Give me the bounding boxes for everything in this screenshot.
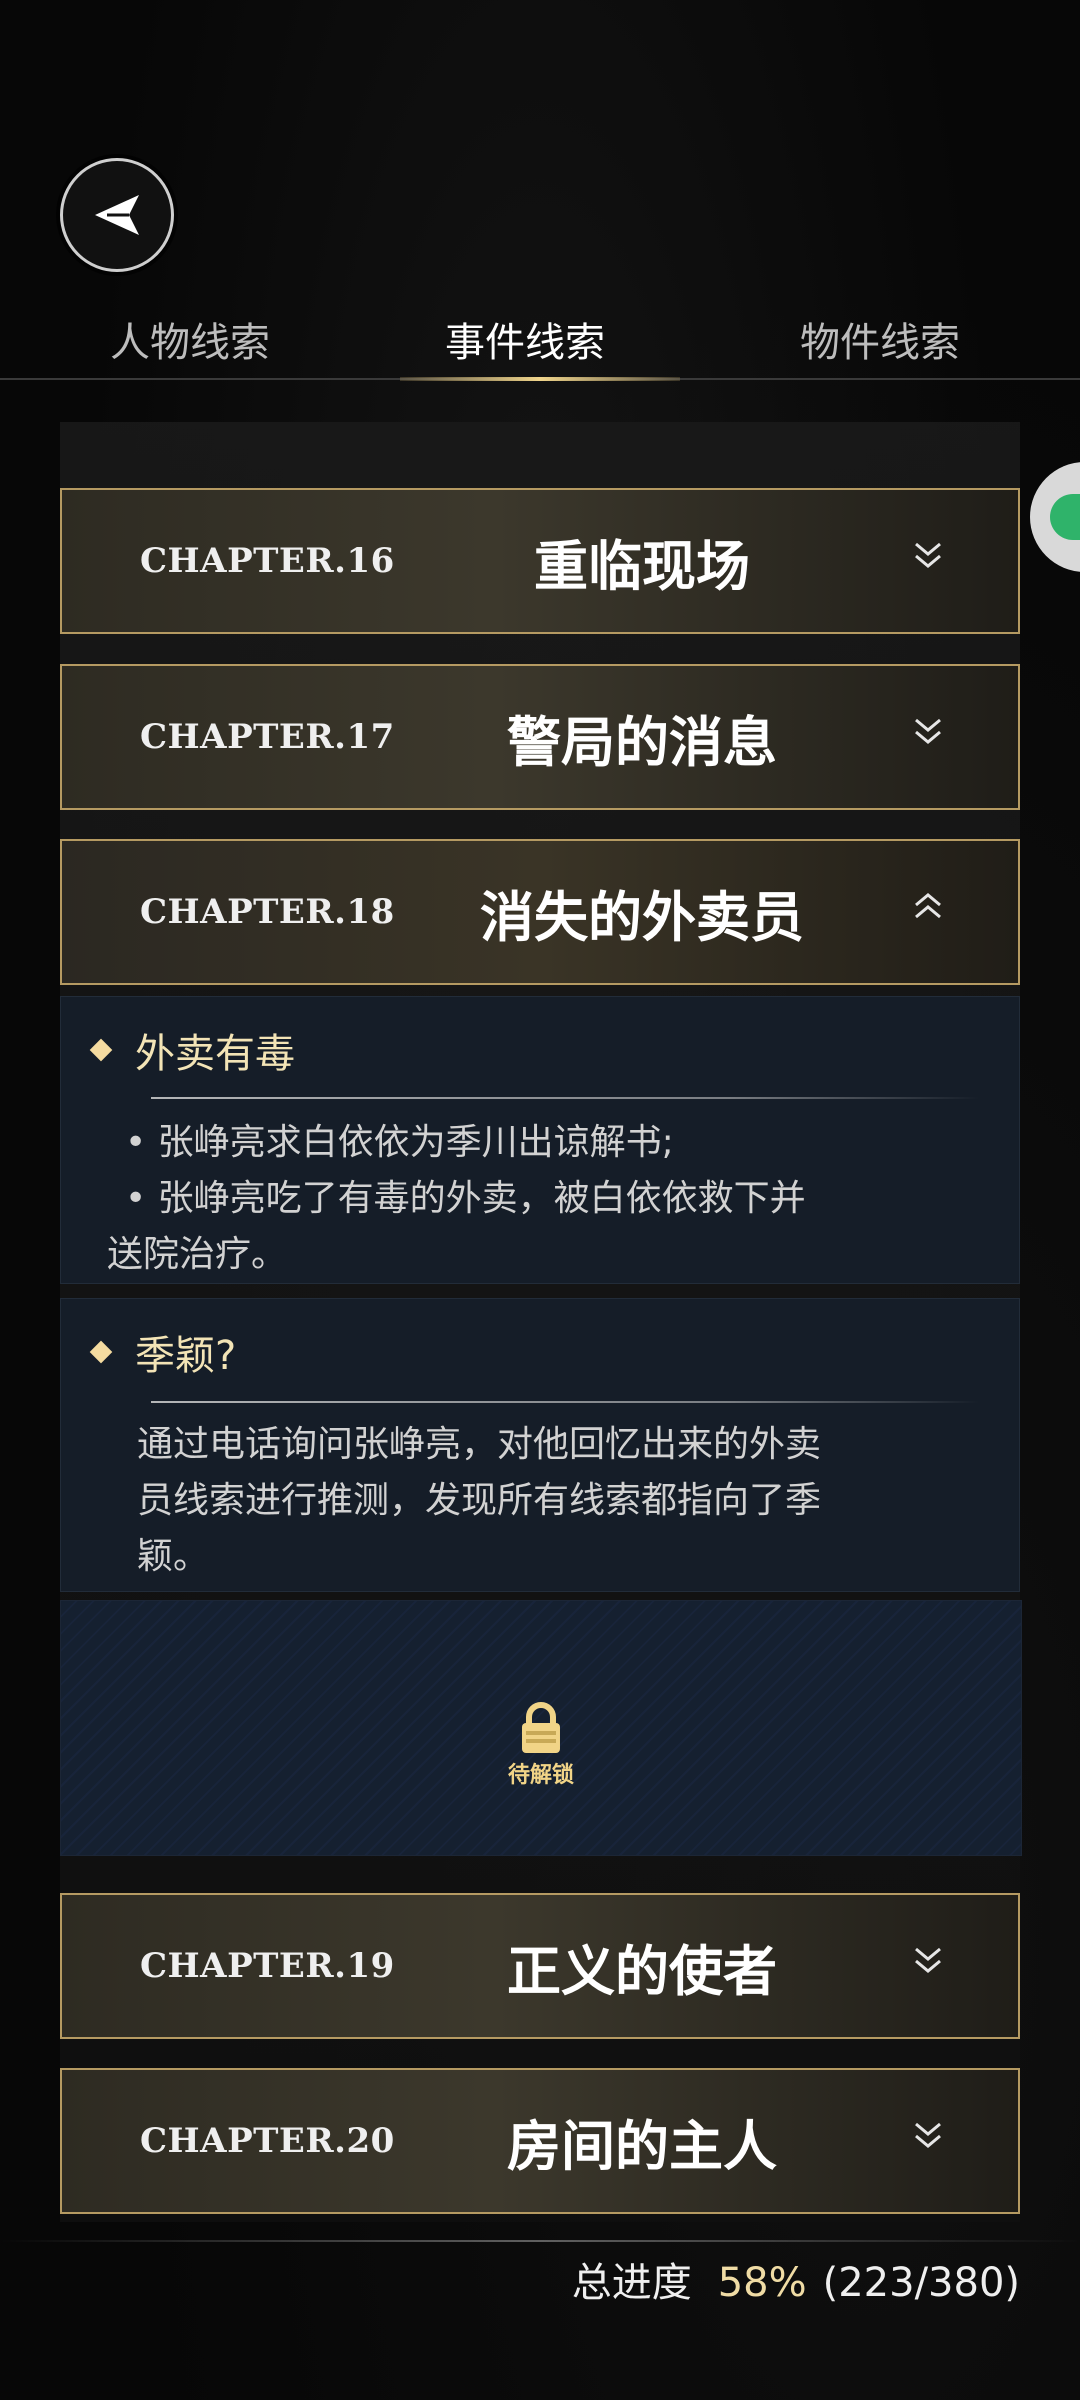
chapter-row-20[interactable]: CHAPTER.20 房间的主人 [60,2068,1020,2214]
chapter-title: 警局的消息 [507,709,777,774]
clue-title: 外卖有毒 [135,1031,295,1077]
chapter-title: 正义的使者 [507,1938,777,2003]
clue-title-row: 外卖有毒 [89,1021,295,1079]
chapter-title: 重临现场 [534,533,750,598]
clue-title: 季颖? [135,1333,237,1379]
tab-items[interactable]: 物件线索 [800,310,960,368]
chapter-number: CHAPTER.20 [140,2121,395,2161]
lock-label: 待解锁 [507,1763,575,1788]
clue-line: 通过电话询问张峥亮，对他回忆出来的外卖 [137,1424,822,1465]
bottom-divider [0,2240,1080,2242]
total-progress: 总进度 58% (223/380) [572,2250,1020,2308]
chapter-title: 房间的主人 [507,2113,777,2178]
chapter-row-19[interactable]: CHAPTER.19 正义的使者 [60,1893,1020,2039]
clue-line: 颖。 [137,1536,210,1577]
clue-line: • 张峥亮吃了有毒的外卖，被白依依救下并 [125,1178,806,1219]
clue-title-row: 季颖? [89,1323,237,1381]
chapter-number: CHAPTER.19 [140,1946,395,1986]
back-arrow-icon [95,195,139,235]
tab-events[interactable]: 事件线索 [445,310,605,368]
clue-line: • 张峥亮求白依依为季川出谅解书; [125,1122,674,1163]
chapter-number: CHAPTER.17 [140,717,395,757]
progress-label: 总进度 [571,2260,692,2306]
category-tabs: 人物线索 事件线索 物件线索 [0,300,1080,381]
chapter-title: 消失的外卖员 [480,884,804,949]
diamond-bullet-icon [89,1038,113,1062]
diamond-bullet-icon [89,1340,113,1364]
progress-count: (223/380) [822,2260,1020,2306]
chevron-down-icon[interactable] [908,1941,948,1981]
chevron-up-icon[interactable] [908,887,948,927]
chapter-row-17[interactable]: CHAPTER.17 警局的消息 [60,664,1020,810]
tab-characters[interactable]: 人物线索 [110,310,270,368]
clue-line: 员线索进行推测，发现所有线索都指向了季 [137,1480,822,1521]
lock-badge: 待解锁 [508,1701,574,1789]
chapter-row-16[interactable]: CHAPTER.16 重临现场 [60,488,1020,634]
chevron-down-icon[interactable] [908,536,948,576]
clue-line: 送院治疗。 [107,1234,288,1275]
lock-icon [521,1702,560,1753]
divider [151,1097,979,1099]
active-tab-indicator [400,377,680,381]
chapter-row-18[interactable]: CHAPTER.18 消失的外卖员 [60,839,1020,985]
divider [151,1401,979,1403]
progress-percent: 58% [717,2260,807,2306]
chevron-down-icon[interactable] [908,712,948,752]
locked-clue-card: 待解锁 [60,1600,1022,1856]
clue-body: 通过电话询问张峥亮，对他回忆出来的外卖 员线索进行推测，发现所有线索都指向了季 … [137,1417,979,1585]
back-button[interactable] [60,158,174,272]
clue-body: • 张峥亮求白依依为季川出谅解书; • 张峥亮吃了有毒的外卖，被白依依救下并 送… [107,1115,979,1283]
chapter-number: CHAPTER.18 [140,892,395,932]
clue-card-poisoned-delivery[interactable]: 外卖有毒 • 张峥亮求白依依为季川出谅解书; • 张峥亮吃了有毒的外卖，被白依依… [60,996,1020,1284]
chapter-number: CHAPTER.16 [140,541,395,581]
chevron-down-icon[interactable] [908,2116,948,2156]
clue-card-ji-ying[interactable]: 季颖? 通过电话询问张峥亮，对他回忆出来的外卖 员线索进行推测，发现所有线索都指… [60,1298,1020,1592]
